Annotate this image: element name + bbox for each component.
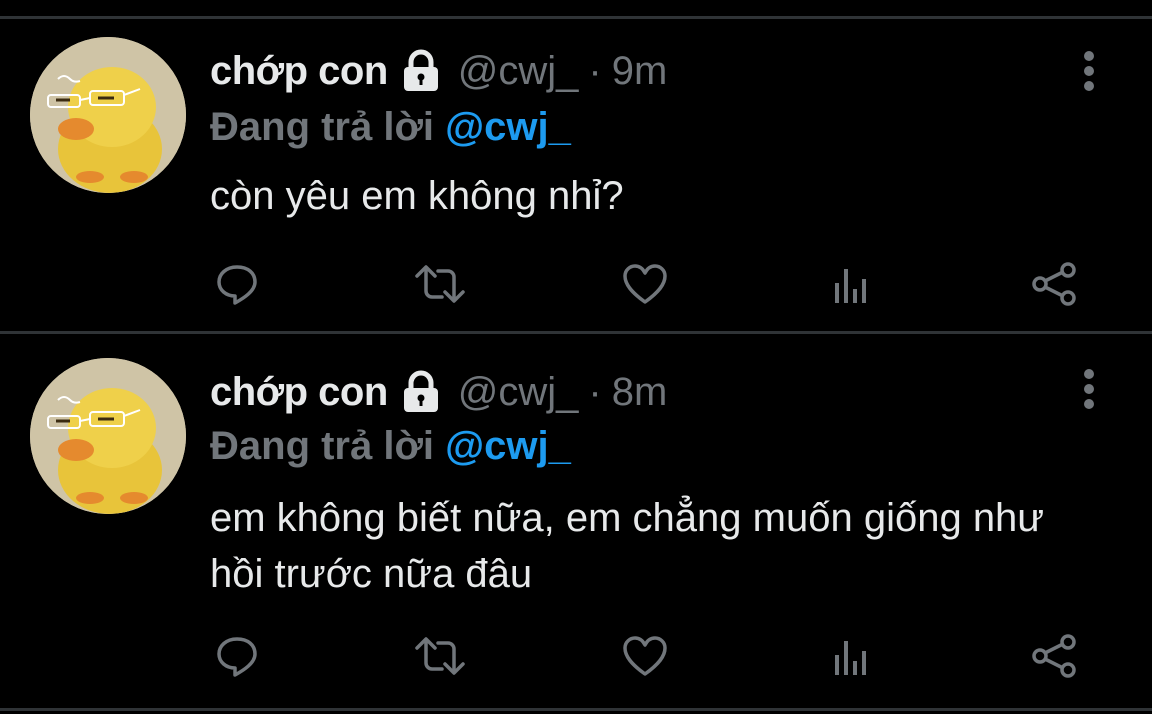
separator-dot: · <box>588 369 602 414</box>
bottom-divider <box>0 708 1152 711</box>
views-icon <box>835 641 866 675</box>
reply-icon <box>217 265 257 305</box>
handle[interactable]: @cwj_ <box>458 49 579 94</box>
like-button[interactable] <box>615 626 675 686</box>
reply-prefix: Đang trả lời <box>210 424 435 468</box>
retweet-button[interactable] <box>410 254 470 314</box>
retweet-icon <box>415 265 465 303</box>
retweet-button[interactable] <box>410 626 470 686</box>
reply-icon <box>217 637 257 677</box>
share-button[interactable] <box>1024 626 1084 686</box>
reply-prefix: Đang trả lời <box>210 105 435 149</box>
tweet[interactable]: chớp con @cwj_ · 8m Đang trả lời @cwj_ e… <box>0 334 1152 704</box>
timestamp[interactable]: 8m <box>612 370 668 415</box>
tweet-text: còn yêu em không nhỉ? <box>210 174 624 218</box>
separator-dot: · <box>588 48 602 93</box>
share-button[interactable] <box>1024 254 1084 314</box>
duck-avatar-image <box>30 37 186 193</box>
reply-context: Đang trả lời @cwj_ <box>210 424 571 469</box>
retweet-icon <box>415 637 465 675</box>
action-bar <box>0 626 1152 686</box>
display-name[interactable]: chớp con <box>210 370 388 415</box>
like-icon <box>623 264 667 304</box>
duck-avatar-image <box>30 358 186 514</box>
reply-context: Đang trả lời @cwj_ <box>210 105 571 150</box>
share-icon <box>1032 634 1076 678</box>
lock-icon <box>398 48 444 94</box>
timestamp[interactable]: 9m <box>612 49 668 94</box>
like-icon <box>623 636 667 676</box>
avatar[interactable] <box>30 37 186 193</box>
display-name[interactable]: chớp con <box>210 49 388 94</box>
more-icon[interactable] <box>1076 50 1102 92</box>
tweet-text: em không biết nữa, em chẳng muốn giống n… <box>210 496 1045 596</box>
views-button[interactable] <box>820 254 880 314</box>
avatar[interactable] <box>30 358 186 514</box>
views-icon <box>835 269 866 303</box>
tweet-header: chớp con @cwj_ · 8m <box>210 362 667 422</box>
action-bar <box>0 254 1152 314</box>
share-icon <box>1032 262 1076 306</box>
views-button[interactable] <box>820 626 880 686</box>
reply-mention-link[interactable]: @cwj_ <box>445 424 571 468</box>
more-icon[interactable] <box>1076 368 1102 410</box>
lock-icon <box>398 369 444 415</box>
tweet[interactable]: chớp con @cwj_ · 9m Đang trả lời @cwj_ c… <box>0 19 1152 331</box>
like-button[interactable] <box>615 254 675 314</box>
reply-mention-link[interactable]: @cwj_ <box>445 105 571 149</box>
handle[interactable]: @cwj_ <box>458 370 579 415</box>
reply-button[interactable] <box>207 254 267 314</box>
tweet-header: chớp con @cwj_ · 9m <box>210 41 667 101</box>
reply-button[interactable] <box>207 626 267 686</box>
